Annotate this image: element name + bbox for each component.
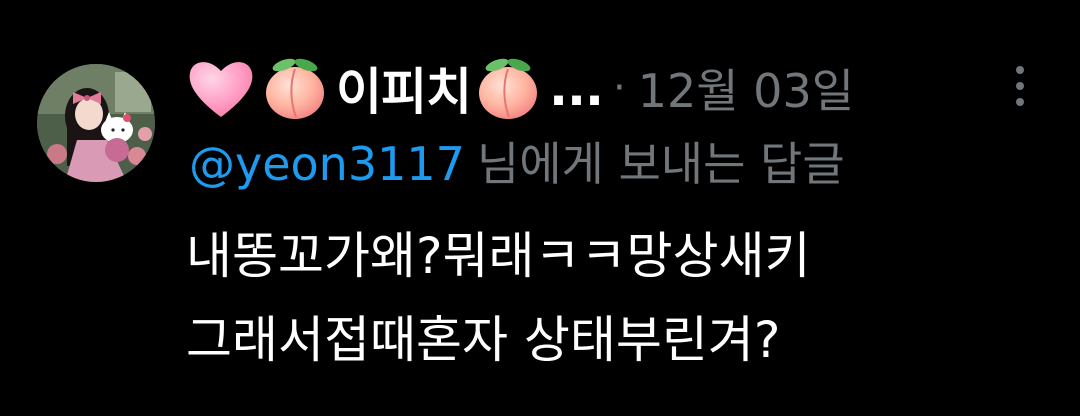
tweet-date[interactable]: 12월 03일 [638, 55, 854, 121]
reply-context-text: 님에게 보내는 답글 [476, 137, 845, 191]
separator-dot: · [612, 65, 626, 111]
author-name[interactable]: 이피치 ... [186, 52, 604, 124]
mention-link[interactable]: @yeon3117 [189, 137, 465, 191]
more-vertical-icon[interactable] [1008, 62, 1032, 110]
tweet-reply[interactable]: 이피치 ... · 12월 03일 @yeon3117 님에게 보내는 답글 내… [0, 0, 1080, 416]
tweet-header: 이피치 ... · 12월 03일 [186, 50, 854, 126]
reply-context: @yeon3117 님에게 보내는 답글 [189, 128, 845, 194]
peach-emoji [473, 55, 543, 121]
pink-heart-emoji [186, 55, 256, 121]
peach-emoji [260, 55, 330, 121]
name-truncation: ... [549, 59, 604, 117]
avatar[interactable] [37, 64, 155, 182]
display-name: 이피치 [336, 63, 472, 121]
tweet-text: 내똥꼬가왜?뭐래ㅋㅋ망상새키 그래서접때혼자 상태부린겨? [186, 227, 811, 369]
